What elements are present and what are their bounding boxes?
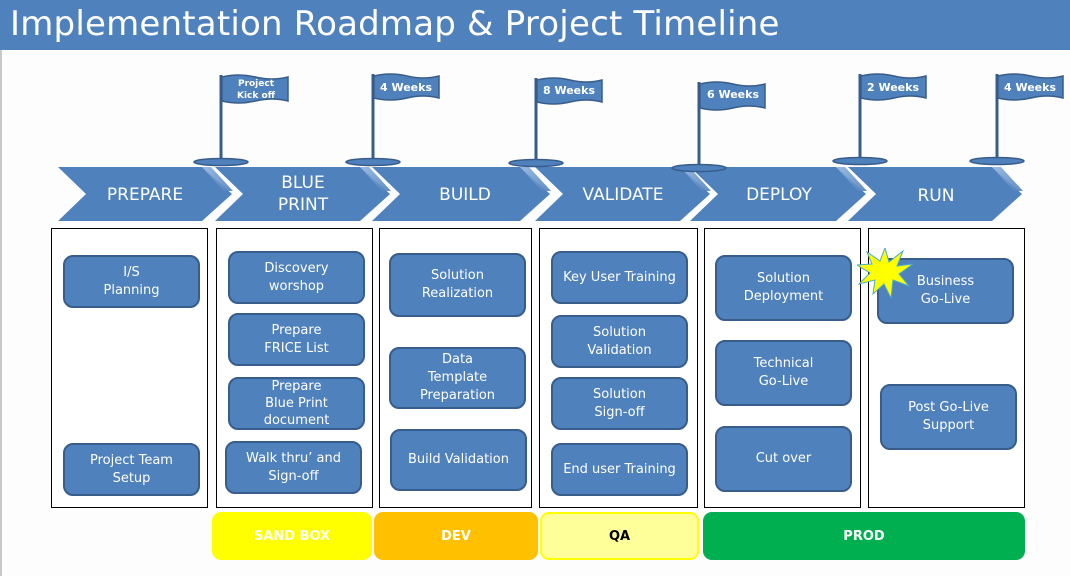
phase-label-build: BUILD: [439, 185, 491, 205]
task-prepare-blueprint-document[interactable]: Prepare Blue Print document: [228, 377, 365, 430]
task-data-template-preparation[interactable]: Data Template Preparation: [389, 347, 526, 409]
milestone-label-5: 4 Weeks: [1003, 81, 1056, 94]
task-post-go-live-support[interactable]: Post Go-Live Support: [880, 384, 1017, 450]
phase-column-validate: Key User Training Solution Validation So…: [539, 228, 698, 508]
phase-label-run: RUN: [917, 186, 955, 206]
milestone-label-kickoff: Project Kick off: [237, 79, 275, 101]
phase-column-build: Solution Realization Data Template Prepa…: [379, 228, 532, 508]
task-solution-validation[interactable]: Solution Validation: [551, 315, 688, 368]
starburst-icon: [857, 248, 913, 298]
task-key-user-training[interactable]: Key User Training: [551, 251, 688, 304]
milestone-label-3: 6 Weeks: [706, 88, 759, 101]
task-discovery-workshop[interactable]: Discovery worshop: [228, 251, 365, 304]
task-walk-thru-signoff[interactable]: Walk thru’ and Sign-off: [225, 441, 362, 494]
env-sandbox: SAND BOX: [212, 512, 372, 560]
task-build-validation[interactable]: Build Validation: [390, 429, 527, 491]
milestone-label-1: 4 Weeks: [379, 81, 432, 94]
phase-label-blueprint: BLUE PRINT: [277, 173, 329, 215]
task-prepare-frice-list[interactable]: Prepare FRICE List: [228, 313, 365, 366]
task-is-planning[interactable]: I/S Planning: [63, 255, 200, 308]
phase-column-deploy: Solution Deployment Technical Go-Live Cu…: [704, 228, 861, 508]
task-project-team-setup[interactable]: Project Team Setup: [63, 443, 200, 496]
task-solution-realization[interactable]: Solution Realization: [389, 253, 526, 317]
flag-base: [508, 158, 564, 168]
flag-base: [832, 156, 888, 166]
env-prod: PROD: [703, 512, 1025, 560]
milestone-label-2: 8 Weeks: [542, 84, 595, 97]
task-cut-over[interactable]: Cut over: [715, 426, 852, 492]
flag-base: [969, 156, 1025, 166]
phase-column-prepare: I/S Planning Project Team Setup: [51, 228, 208, 508]
task-solution-signoff[interactable]: Solution Sign-off: [551, 377, 688, 430]
phase-label-deploy: DEPLOY: [746, 185, 812, 205]
env-qa: QA: [540, 512, 699, 560]
flag-base: [193, 157, 249, 167]
task-technical-go-live[interactable]: Technical Go-Live: [715, 340, 852, 406]
flag-base: [671, 163, 727, 173]
phase-label-validate: VALIDATE: [582, 185, 664, 205]
title-bar: Implementation Roadmap & Project Timelin…: [0, 0, 1070, 50]
task-end-user-training[interactable]: End user Training: [551, 443, 688, 496]
flag-base: [345, 157, 401, 167]
phase-label-prepare: PREPARE: [106, 185, 184, 205]
page-title: Implementation Roadmap & Project Timelin…: [10, 4, 780, 44]
milestone-label-4: 2 Weeks: [866, 81, 919, 94]
phase-column-blueprint: Discovery worshop Prepare FRICE List Pre…: [216, 228, 373, 508]
env-dev: DEV: [374, 512, 538, 560]
task-solution-deployment[interactable]: Solution Deployment: [715, 255, 852, 321]
